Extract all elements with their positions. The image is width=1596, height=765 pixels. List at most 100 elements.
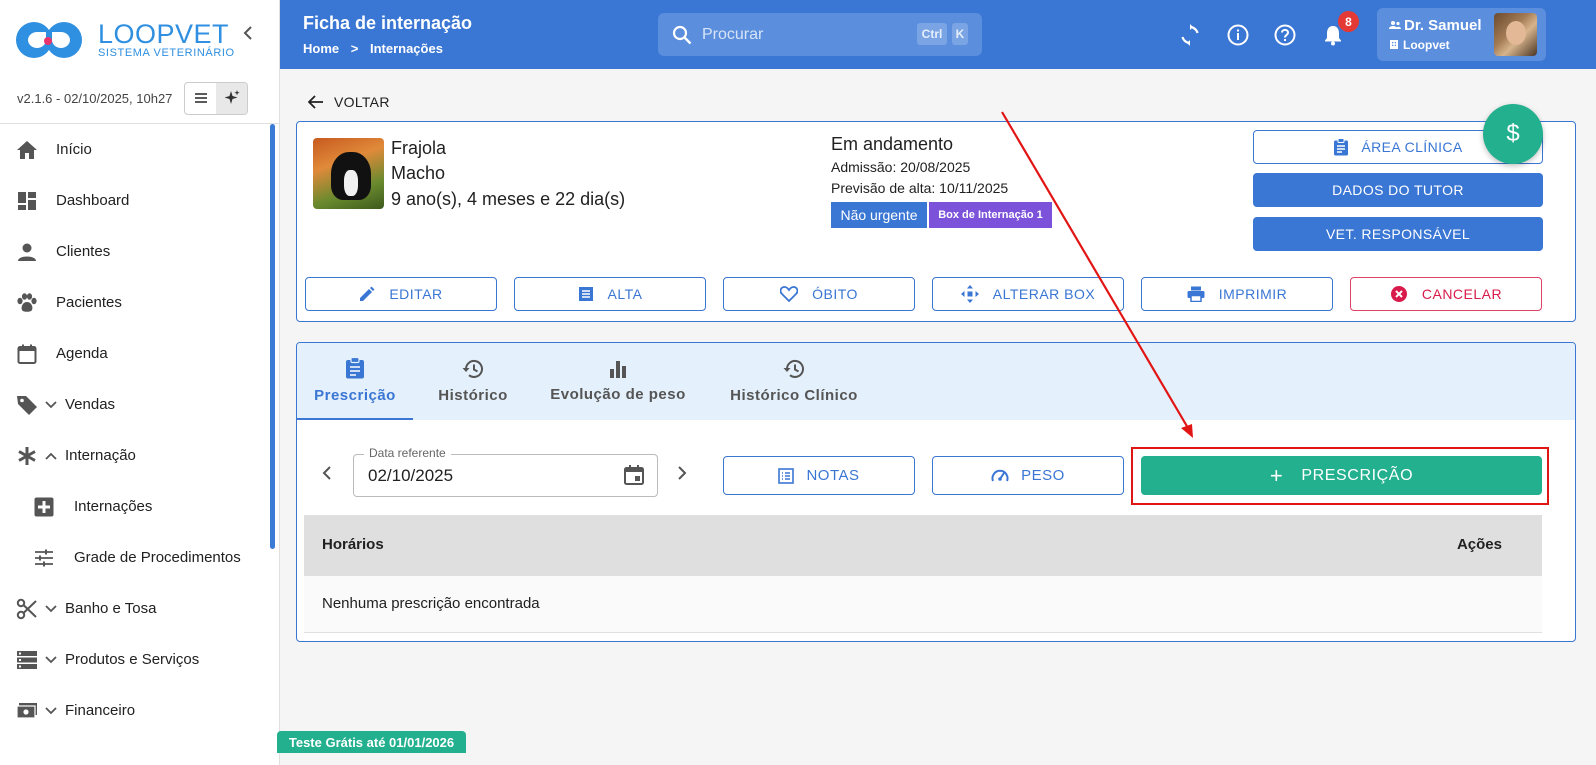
tab-historico[interactable]: Histórico xyxy=(423,343,523,420)
breadcrumb-internacoes[interactable]: Internações xyxy=(370,41,443,56)
sidebar-item-dashboard[interactable]: Dashboard xyxy=(0,175,279,226)
table-header: Horários Ações xyxy=(304,515,1542,576)
scissors-icon xyxy=(15,597,39,621)
breadcrumb-separator: > xyxy=(350,41,359,56)
search-icon xyxy=(672,25,692,45)
column-header-hours: Horários xyxy=(322,536,384,553)
version-label: v2.1.6 - 02/10/2025, 10h27 xyxy=(17,90,173,106)
tab-prescricao[interactable]: Prescrição xyxy=(297,343,413,420)
chevron-down-icon xyxy=(45,604,59,613)
sidebar-item-produtos-servicos[interactable]: Produtos e Serviços xyxy=(0,634,279,685)
vet-responsible-button[interactable]: VET. RESPONSÁVEL xyxy=(1253,217,1543,251)
list-icon xyxy=(778,467,795,484)
collapse-sidebar-icon[interactable] xyxy=(241,26,255,40)
loopvet-logo-icon xyxy=(16,20,82,60)
empty-message: Nenhuma prescrição encontrada xyxy=(322,595,540,612)
view-toggle xyxy=(184,81,249,115)
search-input[interactable]: Procurar Ctrl K xyxy=(658,13,982,56)
money-icon xyxy=(15,699,39,723)
calendar-icon[interactable] xyxy=(623,464,645,486)
cancel-button[interactable]: CANCELAR xyxy=(1350,277,1542,311)
sparkle-icon[interactable] xyxy=(216,82,248,114)
sidebar-item-inicio[interactable]: Início xyxy=(0,124,279,175)
sidebar-item-internacoes[interactable]: Internações xyxy=(0,481,279,532)
notification-badge: 8 xyxy=(1338,11,1359,32)
add-prescription-button[interactable]: + PRESCRIÇÃO xyxy=(1141,456,1542,495)
cancel-circle-icon xyxy=(1390,285,1408,303)
trial-banner[interactable]: Teste Grátis até 01/01/2026 xyxy=(277,731,466,753)
discharge-button[interactable]: ALTA xyxy=(514,277,706,311)
breadcrumb: Home > Internações xyxy=(303,41,451,56)
next-date-button[interactable] xyxy=(677,466,687,480)
asterisk-icon xyxy=(15,444,39,468)
column-header-actions: Ações xyxy=(1456,536,1502,553)
weight-button[interactable]: PESO xyxy=(932,456,1124,495)
person-icon xyxy=(15,240,39,264)
change-box-button[interactable]: ALTERAR BOX xyxy=(932,277,1124,311)
chevron-up-icon xyxy=(45,452,59,460)
sync-icon[interactable] xyxy=(1178,23,1202,47)
pet-name: Frajola xyxy=(391,138,447,158)
chevron-left-icon xyxy=(322,466,331,480)
home-icon xyxy=(15,138,39,162)
sidebar-item-financeiro[interactable]: Financeiro xyxy=(0,685,279,736)
brand-name: LOOPVET xyxy=(98,19,230,49)
bar-chart-icon xyxy=(609,360,627,378)
tab-bar: Prescrição Histórico Evolução de peso Hi… xyxy=(297,343,1575,420)
avatar xyxy=(1494,13,1537,56)
sidebar-item-clientes[interactable]: Clientes xyxy=(0,226,279,277)
empty-table-row: Nenhuma prescrição encontrada xyxy=(304,576,1542,633)
chevron-down-icon xyxy=(45,706,59,715)
sidebar-item-internacao[interactable]: Internação xyxy=(0,430,279,481)
tab-historico-clinico[interactable]: Histórico Clínico xyxy=(721,343,867,420)
dashboard-icon xyxy=(15,189,39,213)
shortcut-ctrl-key: Ctrl xyxy=(917,23,947,45)
brand-subtitle: SISTEMA VETERINÁRIO xyxy=(98,47,235,59)
building-icon xyxy=(1390,40,1398,49)
pet-age: 9 ano(s), 4 meses e 22 dia(s) xyxy=(391,189,626,209)
sidebar-item-banho-tosa[interactable]: Banho e Tosa xyxy=(0,583,279,634)
reference-date-field[interactable]: Data referente 02/10/2025 xyxy=(353,446,658,497)
prescription-panel: Prescrição Histórico Evolução de peso Hi… xyxy=(296,342,1576,642)
menu-lines-icon[interactable] xyxy=(185,83,216,114)
sidebar-item-pacientes[interactable]: Pacientes xyxy=(0,277,279,328)
sidebar-scrollbar[interactable] xyxy=(270,124,275,549)
calendar-icon xyxy=(15,342,39,366)
tab-evolucao-peso[interactable]: Evolução de peso xyxy=(543,343,693,420)
heart-icon xyxy=(780,286,799,302)
patient-card: Frajola Macho 9 ano(s), 4 meses e 22 dia… xyxy=(296,104,1576,322)
sidebar-item-agenda[interactable]: Agenda xyxy=(0,328,279,379)
sidebar-menu: Início Dashboard Clientes Pacientes Agen… xyxy=(0,123,279,765)
group-icon xyxy=(1389,21,1401,29)
notes-button[interactable]: NOTAS xyxy=(723,456,915,495)
user-menu[interactable]: Dr. Samuel Loopvet xyxy=(1377,8,1546,61)
tutor-data-button[interactable]: DADOS DO TUTOR xyxy=(1253,173,1543,207)
sliders-icon xyxy=(32,546,56,570)
death-button[interactable]: ÓBITO xyxy=(723,277,915,311)
edit-button[interactable]: EDITAR xyxy=(305,277,497,311)
sidebar: LOOPVET SISTEMA VETERINÁRIO v2.1.6 - 02/… xyxy=(0,0,280,765)
reference-date-label: Data referente xyxy=(364,446,451,460)
previous-date-button[interactable] xyxy=(322,466,332,480)
breadcrumb-home[interactable]: Home xyxy=(303,41,339,56)
user-org-row: Loopvet xyxy=(1389,38,1450,52)
storage-icon xyxy=(15,648,39,672)
history-icon xyxy=(462,359,484,379)
move-arrows-icon xyxy=(960,285,979,303)
sidebar-item-grade-procedimentos[interactable]: Grade de Procedimentos xyxy=(0,532,279,583)
pet-photo xyxy=(313,138,384,209)
printer-icon xyxy=(1187,286,1205,302)
financial-fab-button[interactable]: $ xyxy=(1483,104,1543,164)
back-button[interactable]: VOLTAR xyxy=(308,94,390,110)
urgency-badge: Não urgente xyxy=(831,202,927,228)
print-button[interactable]: IMPRIMIR xyxy=(1141,277,1333,311)
dollar-icon: $ xyxy=(1506,120,1520,147)
sidebar-item-vendas[interactable]: Vendas xyxy=(0,379,279,430)
document-icon xyxy=(578,286,594,302)
history-icon xyxy=(783,359,805,379)
reference-date-value: 02/10/2025 xyxy=(368,466,454,485)
paw-icon xyxy=(15,291,39,315)
help-icon[interactable] xyxy=(1273,23,1297,47)
info-icon[interactable] xyxy=(1226,23,1250,47)
search-placeholder: Procurar xyxy=(702,25,764,43)
